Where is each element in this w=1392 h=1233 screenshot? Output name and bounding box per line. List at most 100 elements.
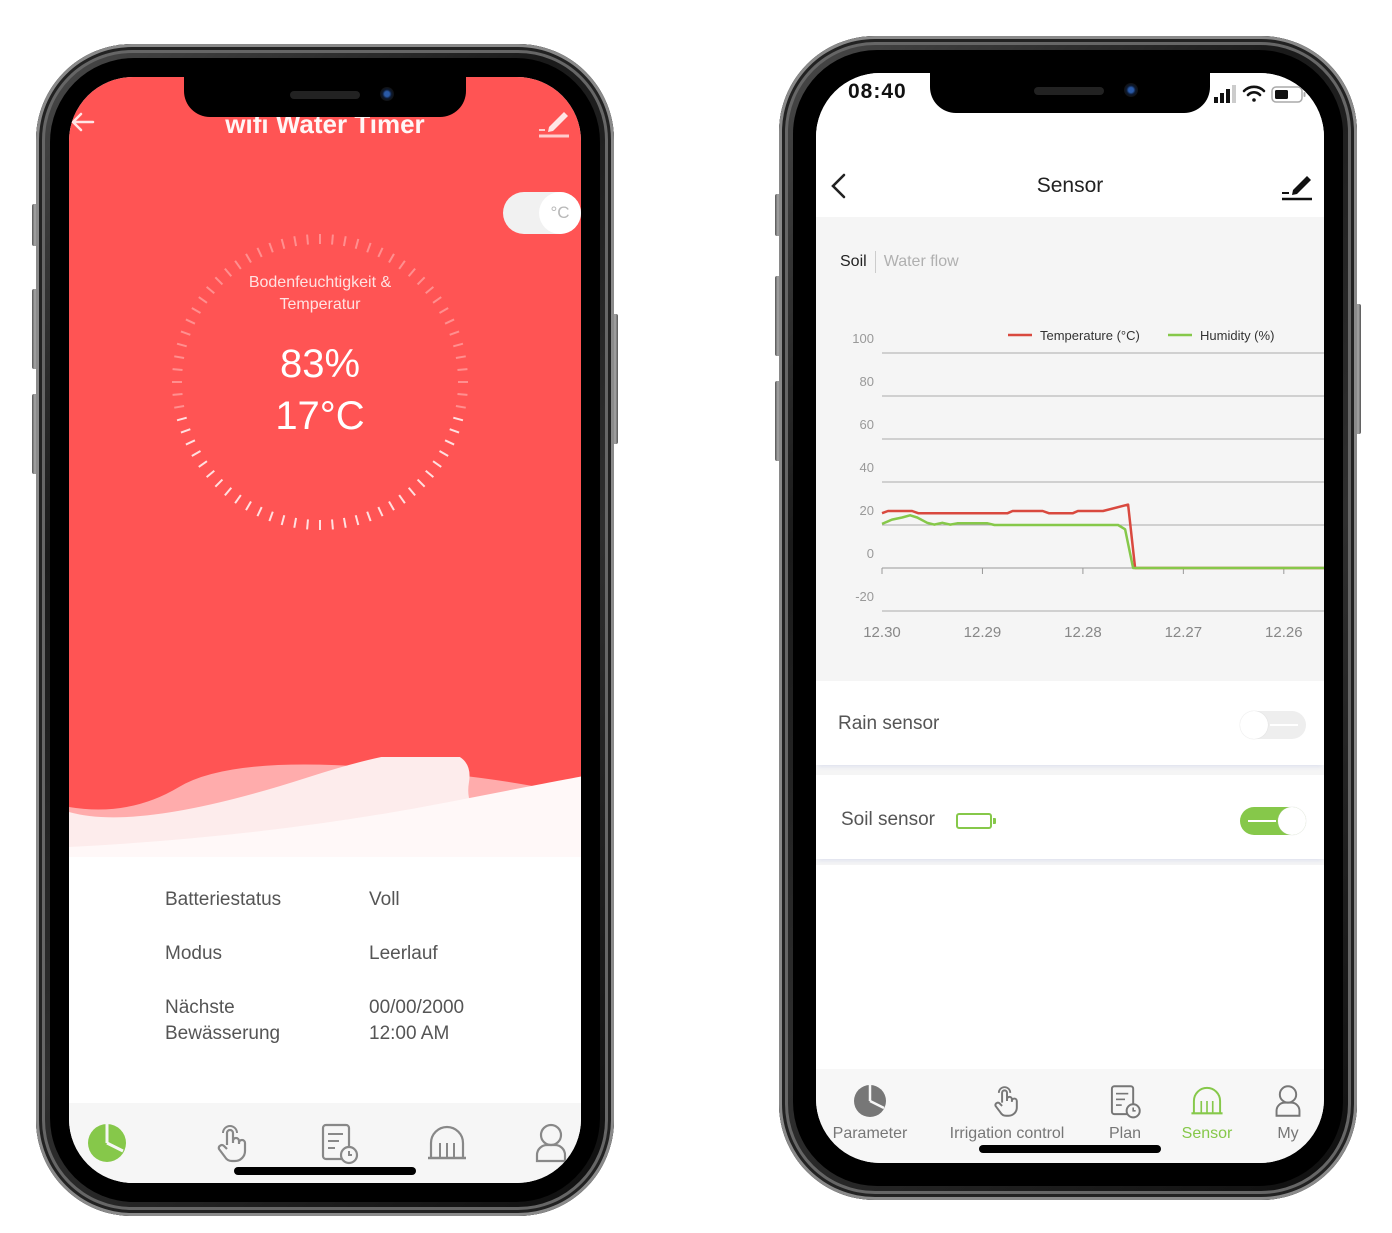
gauge-tick [354,238,360,249]
status-icons [1214,85,1306,103]
info-key-line1: Nächste [165,997,235,1018]
tab-plan[interactable]: Plan [1100,1083,1150,1143]
switch-knob [1240,711,1268,739]
x-tick-label: 12.30 [863,624,901,641]
unit-toggle-knob: °C [539,192,581,234]
segment-divider [874,251,876,273]
info-value-date: 00/00/2000 [369,997,465,1018]
switch-track-line [1270,724,1298,726]
status-time: 08:40 [848,80,907,103]
gauge-tick [366,511,372,522]
gauge-tick [398,260,406,270]
info-value: Leerlauf [369,943,438,964]
gauge-tick [224,487,233,497]
battery-status-icon [1271,86,1306,103]
empty-content-area [816,865,1324,1075]
notch [184,77,466,117]
info-value: 00/00/2000 12:00 AM [369,995,525,1047]
right-phone-mockup: 08:40 Sensor Soil Water flow 100 80 60 4… [775,36,1361,1200]
gauge-tick [306,234,309,245]
gauge-tick [388,253,395,263]
user-icon [1275,1085,1301,1117]
gauge-tick [256,247,263,258]
temperature-value: 17°C [275,394,365,438]
gauge-tick [416,478,426,488]
info-row-next-irrigation: Nächste Bewässerung 00/00/2000 12:00 AM [165,995,525,1047]
tab-water-flow[interactable]: Water flow [884,253,959,271]
device-info-table: Batteriestatus Voll Modus Leerlauf Nächs… [165,887,525,1075]
gauge-tick [293,236,298,247]
info-value: Voll [369,889,400,910]
plan-schedule-icon [1110,1085,1141,1119]
gauge-tick [449,330,460,336]
sensor-screen: 08:40 Sensor Soil Water flow 100 80 60 4… [816,73,1324,1163]
user-icon[interactable] [529,1121,573,1165]
gauge-tick [234,494,242,504]
info-key: Batteriestatus [165,889,282,910]
data-type-segment: Soil Water flow [840,251,959,273]
gauge-tick [180,330,191,336]
tab-sensor[interactable]: Sensor [1174,1083,1240,1143]
rain-sensor-switch[interactable] [1240,711,1306,739]
gauge-tick [388,501,395,511]
cellular-signal-icon [1214,85,1236,103]
tab-my[interactable]: My [1266,1083,1310,1143]
y-tick-label: 100 [852,331,874,346]
info-key-line2: Bewässerung [165,1023,281,1044]
gauge-tick [407,487,416,497]
gauge-tick [280,515,286,526]
gauge-tick [185,439,196,446]
gauge-tick [245,501,252,511]
navigation-bar: Sensor [816,133,1324,217]
page-title: Sensor [1036,174,1104,197]
info-key: Modus [165,943,223,964]
wave-decoration [69,757,581,867]
switch-track-line [1248,820,1276,822]
tab-irrigation-control[interactable]: Irrigation control [940,1083,1074,1143]
tab-label: Parameter [832,1125,908,1142]
gauge-tick [425,469,435,478]
front-camera [1124,83,1138,97]
pie-chart-icon [854,1085,886,1117]
gauge-tick [306,519,309,530]
soil-sensor-switch[interactable] [1240,807,1306,835]
speaker [290,91,360,99]
gauge-tick [280,238,286,249]
gauge-tick [245,253,252,263]
gauge-tick [331,519,334,530]
gauge-tick [191,450,201,457]
gauge-tick [214,478,224,488]
sensor-dome-icon [1191,1086,1223,1115]
sensor-dome-icon[interactable] [425,1121,469,1165]
gauge-tick [331,234,334,245]
gauge-tick [268,242,274,253]
pie-chart-icon[interactable] [85,1121,129,1165]
hand-tap-icon[interactable] [211,1121,255,1165]
switch-knob [1278,807,1306,835]
edit-pencil-icon[interactable] [1280,169,1314,203]
gauge-tick [205,469,215,478]
gauge-label: Bodenfeuchtigkeit & Temperatur [170,272,470,316]
temperature-unit-toggle[interactable]: °C [503,192,581,234]
gauge-tick [256,506,263,517]
y-tick-label: 60 [860,417,874,432]
x-tick-label: 12.27 [1165,624,1203,641]
water-timer-screen: wifi Water Timer °C Bodenfeuchtigkeit & … [69,77,581,1183]
edit-pencil-icon[interactable] [535,105,571,141]
gauge-tick [342,517,347,528]
soil-sensor-label: Soil sensor [841,809,935,830]
gauge-tick [444,318,455,325]
tab-parameter[interactable]: Parameter [826,1083,914,1143]
gauge-tick [342,236,347,247]
plan-schedule-icon[interactable] [317,1121,361,1165]
gauge-tick [432,460,442,468]
gauge-tick [444,439,455,446]
info-row-battery: Batteriestatus Voll [165,887,525,913]
notch [930,73,1210,113]
x-tick-label: 12.26 [1265,624,1303,641]
x-tick-label: 12.28 [1064,624,1102,641]
y-tick-label: 80 [860,374,874,389]
tab-soil[interactable]: Soil [840,253,867,271]
sensor-line-chart: 100 80 60 40 20 0 -20 12.30 12.29 12.28 12.27 12.26… [852,328,1324,641]
battery-icon [956,813,996,829]
